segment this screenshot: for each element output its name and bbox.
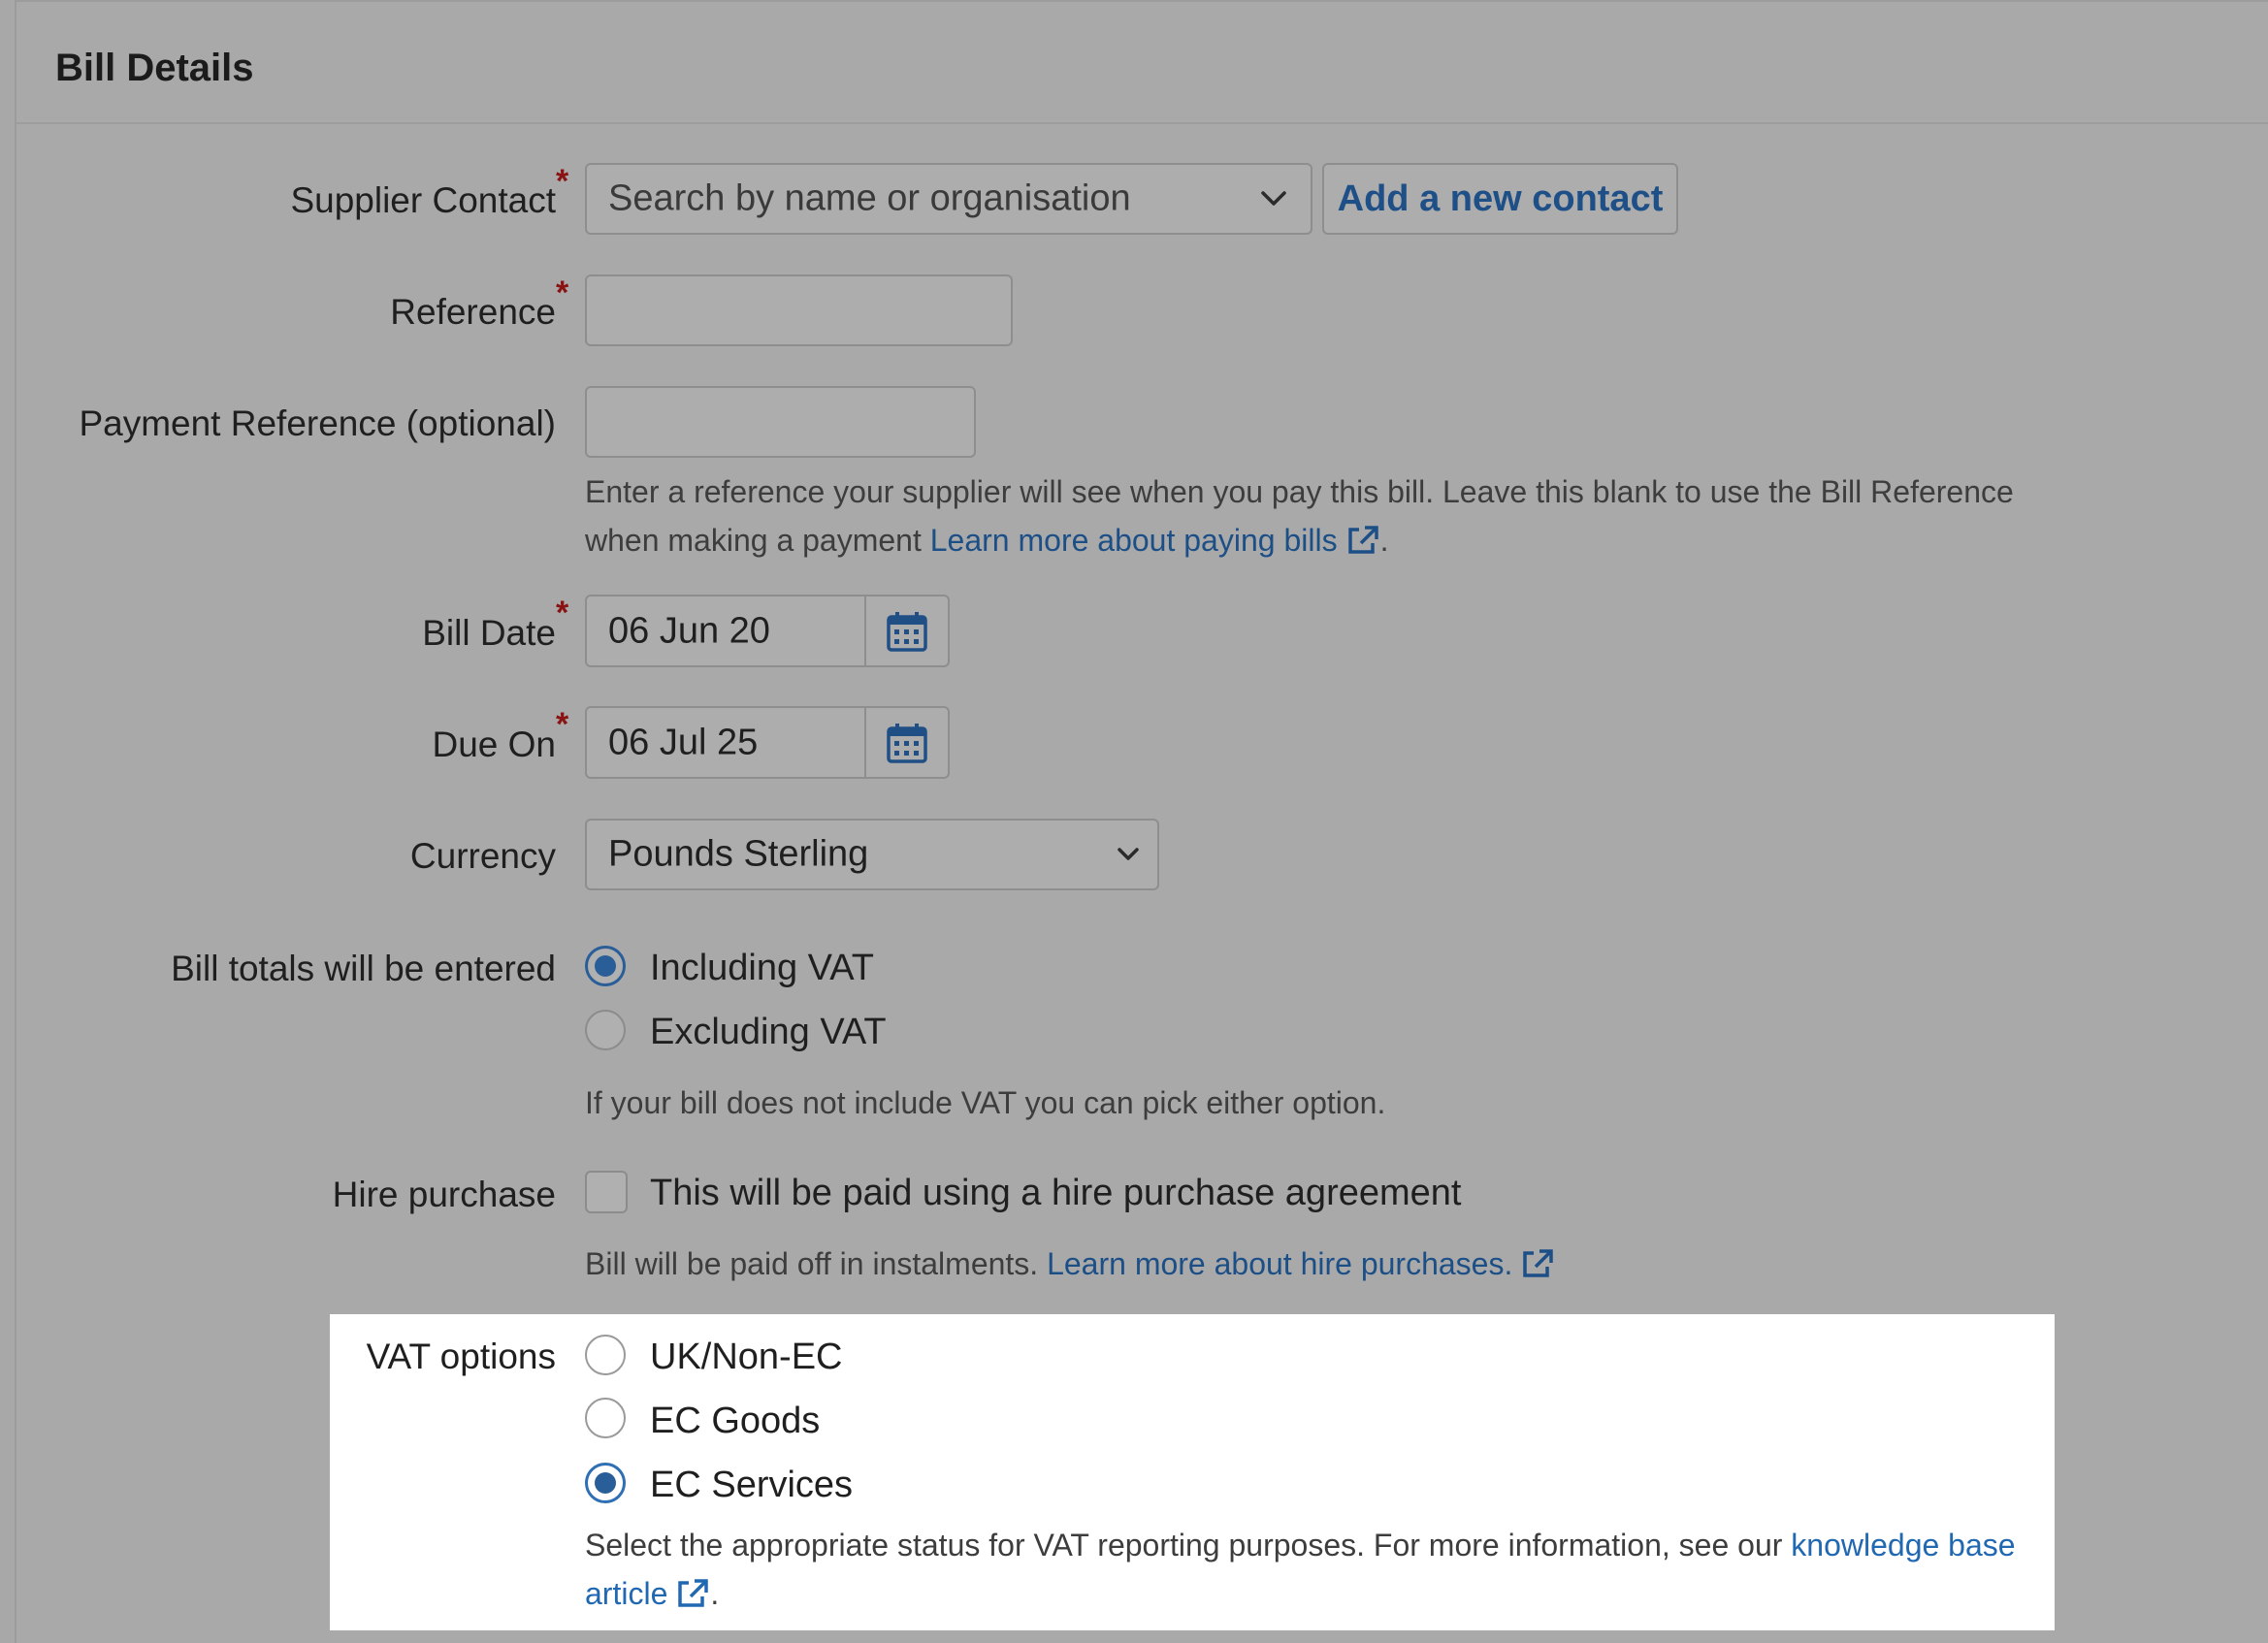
uk-non-ec-radio[interactable] [585,1335,626,1375]
panel-header: Bill Details [16,2,2268,124]
payment-reference-help-text-2: when making a payment [585,523,922,558]
chevron-down-icon [1118,848,1139,860]
supplier-contact-select[interactable]: Search by name or organisation [585,163,1312,235]
ec-goods-radio[interactable] [585,1398,626,1438]
hire-purchase-checkbox[interactable] [585,1171,628,1213]
currency-value: Pounds Sterling [608,833,869,875]
due-on-calendar-button[interactable] [864,708,948,777]
hire-purchase-label: Hire purchase [332,1175,556,1214]
bill-totals-help: If your bill does not include VAT you ca… [585,1085,1386,1120]
external-link-icon [1347,526,1378,554]
external-link-icon [678,1579,709,1607]
required-marker: * [556,163,569,200]
vat-options-help: Select the appropriate status for VAT re… [585,1521,2040,1618]
including-vat-label[interactable]: Including VAT [650,948,874,989]
learn-more-hire-purchases-link[interactable]: Learn more about hire purchases. [1047,1246,1555,1281]
page-title: Bill Details [55,47,254,89]
currency-label: Currency [409,836,556,876]
bill-date-label: Bill Date [422,613,556,653]
supplier-contact-label: Supplier Contact [290,180,556,220]
external-link-icon [1523,1249,1554,1277]
ec-goods-label[interactable]: EC Goods [650,1401,820,1442]
excluding-vat-label[interactable]: Excluding VAT [650,1012,887,1053]
bill-date-calendar-button[interactable] [864,596,948,665]
payment-reference-help-end: . [1379,523,1389,558]
vat-options-help-text: Select the appropriate status for VAT re… [585,1528,1783,1562]
bill-date-input[interactable]: 06 Jun 20 [585,595,950,667]
knowledge-base-article-link[interactable]: article [585,1576,710,1611]
vat-options-help-end: . [710,1576,720,1611]
calendar-icon [887,723,927,763]
knowledge-base-link[interactable]: knowledge base [1791,1528,2015,1562]
learn-more-paying-bills-link[interactable]: Learn more about paying bills [930,523,1380,558]
excluding-vat-radio[interactable] [585,1010,626,1050]
hire-purchase-checkbox-label[interactable]: This will be paid using a hire purchase … [650,1173,1461,1214]
required-marker: * [556,706,569,743]
ec-services-label[interactable]: EC Services [650,1465,853,1506]
reference-label: Reference [390,292,556,332]
bill-date-value: 06 Jun 20 [608,610,770,651]
payment-reference-label: Payment Reference (optional) [79,403,556,443]
payment-reference-help-text: Enter a reference your supplier will see… [585,474,2014,509]
hire-purchase-help: Bill will be paid off in instalments. Le… [585,1240,1555,1288]
required-marker: * [556,274,569,311]
bill-totals-label: Bill totals will be entered [171,949,556,988]
required-marker: * [556,595,569,631]
add-new-contact-button[interactable]: Add a new contact [1322,163,1678,235]
due-on-input[interactable]: 06 Jul 25 [585,706,950,779]
payment-reference-help: Enter a reference your supplier will see… [585,467,2059,564]
chevron-down-icon [1261,191,1286,206]
including-vat-radio[interactable] [585,946,626,986]
due-on-label: Due On [432,725,556,764]
calendar-icon [887,611,927,652]
vat-options-label: VAT options [366,1337,556,1376]
currency-select[interactable]: Pounds Sterling [585,819,1159,890]
hire-purchase-help-text: Bill will be paid off in instalments. [585,1246,1039,1281]
supplier-contact-placeholder: Search by name or organisation [608,177,1131,219]
ec-services-radio[interactable] [585,1463,626,1503]
reference-input[interactable] [585,274,1013,346]
due-on-value: 06 Jul 25 [608,722,759,762]
payment-reference-input[interactable] [585,386,976,458]
uk-non-ec-label[interactable]: UK/Non-EC [650,1337,843,1378]
